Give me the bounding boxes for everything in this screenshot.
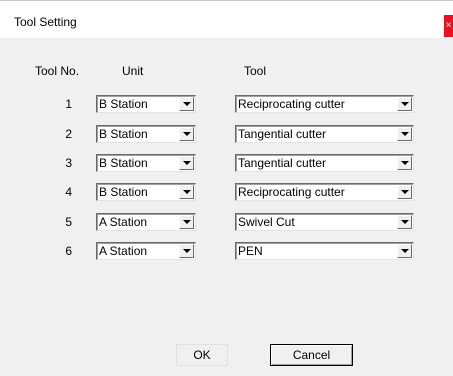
- header-tool: Tool: [244, 64, 267, 78]
- chevron-down-icon: [183, 249, 191, 253]
- header-unit: Unit: [122, 64, 144, 78]
- tool-number-4: 4: [65, 185, 72, 199]
- unit-select-3[interactable]: B Station: [96, 154, 196, 172]
- dropdown-button[interactable]: [397, 185, 412, 199]
- close-icon: ×: [445, 20, 452, 31]
- dropdown-button[interactable]: [179, 156, 194, 170]
- tool-setting-dialog: Tool Setting × Tool No. Unit Tool 1 B St…: [0, 0, 453, 376]
- unit-select-6[interactable]: A Station: [96, 242, 196, 260]
- unit-select-value: A Station: [99, 215, 148, 229]
- header-tool-no: Tool No.: [35, 64, 80, 78]
- chevron-down-icon: [183, 102, 191, 106]
- title-bar: Tool Setting ×: [0, 0, 453, 38]
- dropdown-button[interactable]: [397, 244, 412, 258]
- tool-select-3[interactable]: Tangential cutter: [235, 154, 414, 172]
- unit-select-value: A Station: [99, 244, 148, 258]
- close-button[interactable]: ×: [444, 15, 453, 37]
- tool-select-4[interactable]: Reciprocating cutter: [235, 183, 414, 201]
- dropdown-button[interactable]: [179, 127, 194, 141]
- dropdown-button[interactable]: [397, 215, 412, 229]
- dropdown-button[interactable]: [397, 127, 412, 141]
- ok-button[interactable]: OK: [176, 344, 228, 366]
- tool-select-value: Tangential cutter: [238, 156, 327, 170]
- unit-select-4[interactable]: B Station: [96, 183, 196, 201]
- tool-number-5: 5: [65, 215, 72, 229]
- chevron-down-icon: [401, 249, 409, 253]
- title-bar-edge: [0, 0, 453, 1]
- unit-select-value: B Station: [99, 156, 148, 170]
- chevron-down-icon: [183, 132, 191, 136]
- unit-select-value: B Station: [99, 97, 148, 111]
- cancel-button[interactable]: Cancel: [270, 344, 353, 366]
- dropdown-button[interactable]: [179, 215, 194, 229]
- unit-select-value: B Station: [99, 185, 148, 199]
- window-title: Tool Setting: [14, 15, 77, 29]
- chevron-down-icon: [401, 102, 409, 106]
- tool-number-2: 2: [65, 127, 72, 141]
- unit-select-5[interactable]: A Station: [96, 213, 196, 231]
- tool-select-value: Reciprocating cutter: [238, 185, 345, 199]
- dropdown-button[interactable]: [397, 97, 412, 111]
- chevron-down-icon: [183, 220, 191, 224]
- dropdown-button[interactable]: [179, 97, 194, 111]
- tool-select-5[interactable]: Swivel Cut: [235, 213, 414, 231]
- chevron-down-icon: [401, 190, 409, 194]
- unit-select-1[interactable]: B Station: [96, 95, 196, 113]
- chevron-down-icon: [401, 132, 409, 136]
- chevron-down-icon: [401, 220, 409, 224]
- tool-select-value: Tangential cutter: [238, 127, 327, 141]
- tool-select-value: Reciprocating cutter: [238, 97, 345, 111]
- tool-number-1: 1: [65, 97, 72, 111]
- tool-select-2[interactable]: Tangential cutter: [235, 125, 414, 143]
- tool-select-1[interactable]: Reciprocating cutter: [235, 95, 414, 113]
- tool-select-value: PEN: [238, 244, 263, 258]
- chevron-down-icon: [183, 161, 191, 165]
- chevron-down-icon: [183, 190, 191, 194]
- dropdown-button[interactable]: [397, 156, 412, 170]
- dialog-content: [0, 38, 453, 376]
- unit-select-value: B Station: [99, 127, 148, 141]
- tool-number-3: 3: [65, 156, 72, 170]
- chevron-down-icon: [401, 161, 409, 165]
- tool-select-6[interactable]: PEN: [235, 242, 414, 260]
- tool-select-value: Swivel Cut: [238, 215, 295, 229]
- unit-select-2[interactable]: B Station: [96, 125, 196, 143]
- dropdown-button[interactable]: [179, 244, 194, 258]
- tool-number-6: 6: [65, 244, 72, 258]
- cancel-button-label: Cancel: [292, 348, 331, 362]
- dropdown-button[interactable]: [179, 185, 194, 199]
